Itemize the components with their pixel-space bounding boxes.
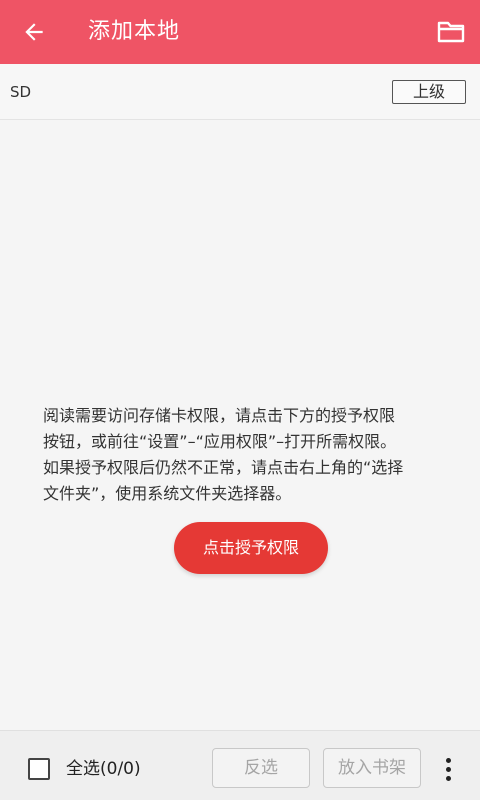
add-to-shelf-button[interactable]: 放入书架 xyxy=(323,748,421,788)
app-root: 添加本地 SD 上级 阅读需要访问存储卡权限，请点击下方的授予权限 按钮，或前往… xyxy=(0,0,480,800)
parent-directory-button[interactable]: 上级 xyxy=(392,80,466,104)
message-line: 文件夹”，使用系统文件夹选择器。 xyxy=(43,484,292,503)
folder-button[interactable] xyxy=(434,16,468,48)
dot xyxy=(445,766,451,772)
current-path: SD xyxy=(10,83,32,101)
invert-selection-button[interactable]: 反选 xyxy=(212,748,310,788)
permission-message: 阅读需要访问存储卡权限，请点击下方的授予权限 按钮，或前往“设置”–“应用权限”… xyxy=(43,403,443,507)
back-button[interactable] xyxy=(18,16,50,48)
message-line: 如果授予权限后仍然不正常，请点击右上角的“选择 xyxy=(43,458,404,477)
dot xyxy=(445,757,451,763)
file-list-area: 阅读需要访问存储卡权限，请点击下方的授予权限 按钮，或前往“设置”–“应用权限”… xyxy=(0,121,480,730)
grant-permission-button[interactable]: 点击授予权限 xyxy=(174,522,328,574)
select-all-label[interactable]: 全选(0/0) xyxy=(66,731,141,800)
arrow-left-icon xyxy=(25,23,43,41)
select-all-checkbox[interactable] xyxy=(28,758,50,780)
message-line: 阅读需要访问存储卡权限，请点击下方的授予权限 xyxy=(43,406,396,425)
app-header: 添加本地 xyxy=(0,0,480,64)
more-vertical-icon[interactable] xyxy=(438,753,458,785)
dot xyxy=(445,775,451,781)
bottom-action-bar: 全选(0/0) 反选 放入书架 xyxy=(0,730,480,800)
message-line: 按钮，或前往“设置”–“应用权限”–打开所需权限。 xyxy=(43,432,397,451)
path-bar: SD 上级 xyxy=(0,64,480,120)
folder-icon xyxy=(437,21,465,43)
page-title: 添加本地 xyxy=(88,19,181,44)
